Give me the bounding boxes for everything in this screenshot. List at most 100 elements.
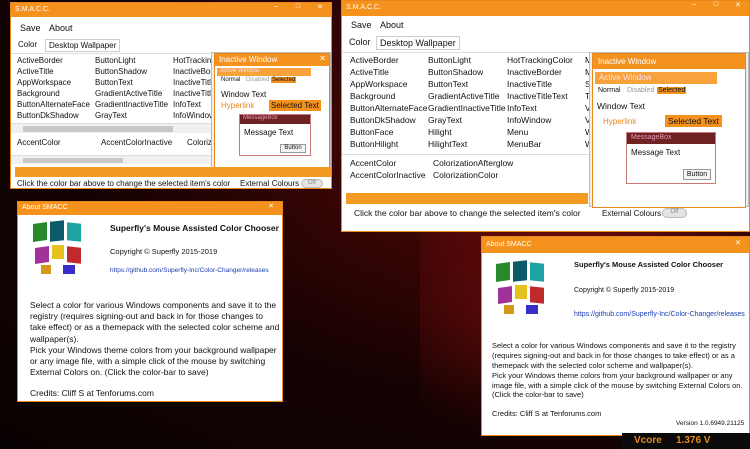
app-title: Superfly's Mouse Assisted Color Chooser	[574, 260, 724, 269]
color-item[interactable]: ButtonAlternateFace	[17, 100, 90, 109]
tab-desktop-wallpaper[interactable]: Desktop Wallpaper	[45, 39, 121, 52]
close-button[interactable]: ✕	[727, 1, 749, 16]
color-item[interactable]: GradientInactiveTitle	[428, 103, 506, 113]
app-title: Superfly's Mouse Assisted Color Chooser	[110, 223, 279, 233]
copyright-text: Copyright © Superfly 2015-2019	[574, 287, 675, 294]
color-item[interactable]: InactiveBorder	[507, 67, 562, 77]
color-item[interactable]: InactiveTitle	[507, 79, 552, 89]
about-window-left[interactable]: About SMACC ✕ Superfly's Mouse Assisted …	[17, 201, 283, 402]
color-item[interactable]: ButtonShadow	[95, 67, 147, 76]
preview-window-text: Window Text	[597, 101, 646, 111]
scrollbar-thumb[interactable]	[23, 126, 173, 132]
close-button[interactable]: ✕	[309, 3, 331, 17]
preview-messagebox: MessageBox Message Text Button	[239, 114, 311, 156]
scrollbar-thumb[interactable]	[23, 158, 123, 163]
external-colours-toggle[interactable]: Off	[301, 179, 323, 188]
close-button[interactable]: ✕	[727, 239, 749, 255]
status-text: Click the color bar above to change the …	[354, 208, 581, 218]
color-item[interactable]: AppWorkspace	[350, 79, 407, 89]
menu-about[interactable]: About	[49, 23, 73, 33]
color-item[interactable]: ActiveTitle	[17, 67, 54, 76]
credits-text: Credits: Cliff S at Tenforums.com	[492, 409, 602, 418]
color-item[interactable]: ButtonShadow	[428, 67, 483, 77]
color-item[interactable]: ButtonLight	[95, 56, 135, 65]
color-bar[interactable]	[15, 167, 331, 177]
color-item[interactable]: InfoText	[173, 100, 201, 109]
color-item[interactable]: HotTrackingColor	[507, 55, 573, 65]
color-item[interactable]: InfoWindow	[507, 115, 551, 125]
preview-window-text: Window Text	[221, 90, 267, 99]
color-item[interactable]: MenuBar	[507, 139, 542, 149]
menu-save[interactable]: Save	[351, 20, 372, 30]
theme-preview: Inactive Window ✕ Active Window Normal D…	[211, 52, 331, 170]
title-bar[interactable]: S.M.A.C.C. – □ ✕	[11, 3, 331, 17]
color-item[interactable]: GradientInactiveTitle	[95, 100, 168, 109]
color-item[interactable]: ButtonLight	[428, 55, 471, 65]
preview-inactive-title: Inactive Window	[593, 54, 745, 69]
accent-item[interactable]: AccentColor	[350, 158, 396, 168]
color-item[interactable]: Background	[17, 89, 60, 98]
menu-bar: Save About	[342, 20, 749, 34]
color-item[interactable]: InactiveTitleText	[507, 91, 568, 101]
preview-button: Button	[683, 169, 711, 180]
title-bar[interactable]: About SMACC ✕	[18, 202, 282, 215]
color-bar[interactable]	[346, 193, 588, 204]
title-bar[interactable]: S.M.A.C.C. – □ ✕	[342, 1, 749, 16]
color-item[interactable]: AppWorkspace	[17, 78, 71, 87]
color-item[interactable]: InactiveTitle	[173, 78, 215, 87]
color-item[interactable]: Hilight	[428, 127, 452, 137]
accent-item[interactable]: AccentColor	[17, 138, 61, 147]
smacc-window-small[interactable]: S.M.A.C.C. – □ ✕ Save About Color Deskto…	[10, 2, 332, 189]
menu-save[interactable]: Save	[20, 23, 41, 33]
smacc-logo	[496, 260, 548, 315]
color-item[interactable]: Background	[350, 91, 395, 101]
color-item[interactable]: GrayText	[428, 115, 462, 125]
accent-item[interactable]: AccentColorInactive	[101, 138, 172, 147]
accent-list: AccentColor AccentColorInactive Coloriza…	[11, 135, 219, 155]
accent-item[interactable]: ColorizationColor	[433, 170, 498, 180]
tab-color[interactable]: Color	[346, 36, 374, 48]
close-button[interactable]: ✕	[260, 202, 282, 215]
color-item[interactable]: ButtonAlternateFace	[350, 103, 428, 113]
accent-scrollbar[interactable]	[11, 155, 211, 164]
color-item[interactable]: InfoText	[507, 103, 537, 113]
title-bar[interactable]: About SMACC ✕	[482, 237, 749, 253]
color-item[interactable]: InfoWindow	[173, 111, 215, 120]
about-window-right[interactable]: About SMACC ✕ Superfly's Mouse Assisted …	[481, 236, 750, 436]
color-item[interactable]: ActiveTitle	[350, 67, 389, 77]
tab-color[interactable]: Color	[15, 39, 41, 50]
menu-about[interactable]: About	[380, 20, 404, 30]
accent-item[interactable]: ColorizationAfterglow	[433, 158, 513, 168]
maximize-button[interactable]: □	[287, 3, 309, 17]
tab-desktop-wallpaper[interactable]: Desktop Wallpaper	[376, 36, 460, 50]
vcore-label: Vcore	[634, 435, 662, 446]
minimize-button[interactable]: –	[265, 3, 287, 17]
color-item[interactable]: GrayText	[95, 111, 127, 120]
color-item[interactable]: ButtonFace	[350, 127, 393, 137]
github-link[interactable]: https://github.com/Superfly-Inc/Color-Ch…	[574, 311, 745, 318]
color-item[interactable]: ActiveBorder	[350, 55, 399, 65]
window-title: S.M.A.C.C.	[346, 4, 382, 11]
color-item[interactable]: Menu	[507, 127, 528, 137]
horizontal-scrollbar[interactable]	[11, 123, 211, 133]
smacc-window-large[interactable]: S.M.A.C.C. – □ ✕ Save About Color Deskto…	[341, 0, 750, 232]
color-item[interactable]: ButtonHilight	[350, 139, 398, 149]
external-colours-toggle[interactable]: Off	[662, 208, 687, 218]
color-item[interactable]: ButtonDkShadow	[17, 111, 79, 120]
accent-item[interactable]: AccentColorInactive	[350, 170, 426, 180]
color-item[interactable]: GradientActiveTitle	[428, 91, 500, 101]
color-item[interactable]: ButtonText	[428, 79, 468, 89]
color-item[interactable]: HilightText	[428, 139, 467, 149]
preview-inactive-title: Inactive Window ✕	[215, 54, 329, 66]
description-text: Select a color for various Windows compo…	[30, 300, 280, 378]
preview-selected-text: Selected Text	[665, 115, 722, 127]
github-link[interactable]: https://github.com/Superfly-Inc/Color-Ch…	[110, 267, 269, 274]
minimize-button[interactable]: –	[683, 1, 705, 16]
color-item[interactable]: ButtonDkShadow	[350, 115, 416, 125]
maximize-button[interactable]: □	[705, 1, 727, 16]
preview-messagebox: MessageBox Message Text Button	[626, 132, 716, 184]
color-item[interactable]: GradientActiveTitle	[95, 89, 162, 98]
window-title: S.M.A.C.C.	[15, 6, 51, 13]
color-item[interactable]: ActiveBorder	[17, 56, 63, 65]
color-item[interactable]: ButtonText	[95, 78, 133, 87]
